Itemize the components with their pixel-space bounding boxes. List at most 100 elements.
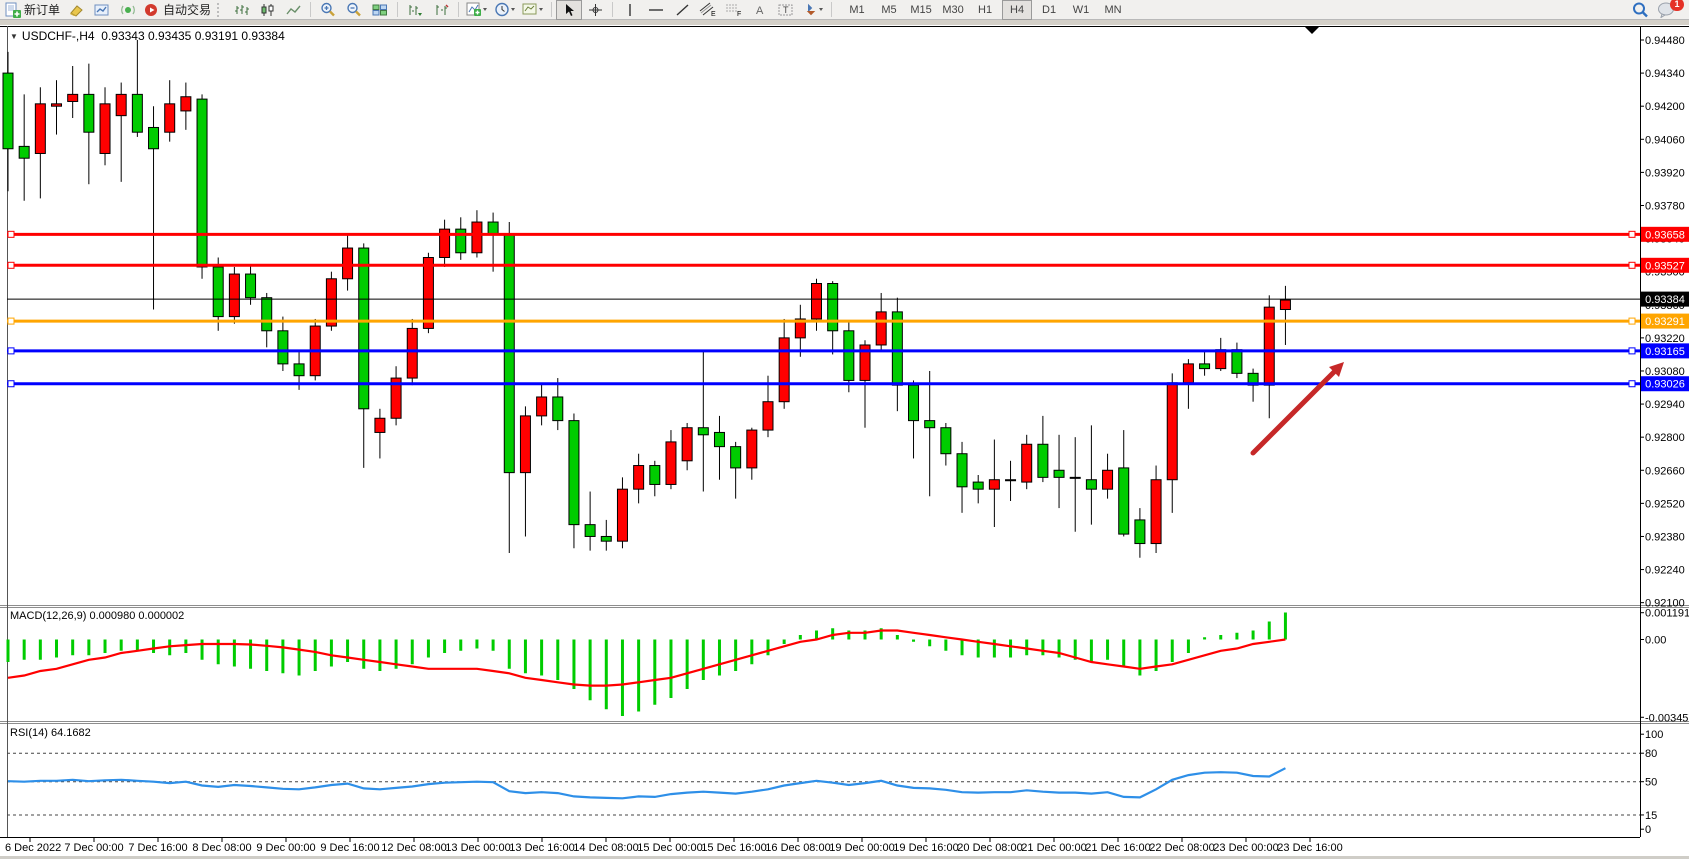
- svg-text:0.93220: 0.93220: [1645, 333, 1685, 345]
- zoom-in-button[interactable]: [315, 0, 341, 20]
- new-order-button[interactable]: 新订单: [2, 0, 63, 20]
- timeframe-button-M30[interactable]: M30: [938, 0, 968, 20]
- market-watch-icon: [94, 3, 110, 17]
- bar-chart-icon: [234, 3, 249, 17]
- indicators-button[interactable]: [463, 0, 491, 20]
- svg-text:9 Dec 00:00: 9 Dec 00:00: [256, 842, 315, 854]
- profile-chart-button[interactable]: [428, 0, 454, 20]
- svg-text:0.001191: 0.001191: [1645, 608, 1689, 620]
- horizontal-line-tool-button[interactable]: [643, 0, 669, 20]
- svg-text:22 Dec 08:00: 22 Dec 08:00: [1149, 842, 1214, 854]
- market-watch-button[interactable]: [89, 0, 115, 20]
- svg-text:20 Dec 08:00: 20 Dec 08:00: [957, 842, 1022, 854]
- svg-text:0.93165: 0.93165: [1645, 346, 1685, 358]
- toolbar-grip: [217, 3, 225, 17]
- svg-text:23 Dec 00:00: 23 Dec 00:00: [1213, 842, 1278, 854]
- svg-text:8 Dec 08:00: 8 Dec 08:00: [192, 842, 251, 854]
- trendline-tool-button[interactable]: [669, 0, 695, 20]
- timeframe-button-D1[interactable]: D1: [1034, 0, 1064, 20]
- chart-title: ▼USDCHF-,H4 0.93343 0.93435 0.93191 0.93…: [10, 29, 285, 43]
- svg-text:12 Dec 08:00: 12 Dec 08:00: [381, 842, 446, 854]
- timeframe-button-M5[interactable]: M5: [874, 0, 904, 20]
- zoom-in-icon: [320, 2, 336, 17]
- svg-text:A: A: [756, 5, 764, 17]
- svg-text:0.94060: 0.94060: [1645, 134, 1685, 146]
- text-label-tool-button[interactable]: T: [773, 0, 799, 20]
- toolbar-separator: [551, 2, 552, 17]
- vertical-line-tool-button[interactable]: [617, 0, 643, 20]
- tile-windows-icon: [372, 3, 388, 17]
- chat-button[interactable]: 1: [1653, 0, 1679, 20]
- timeframe-button-H1[interactable]: H1: [970, 0, 1000, 20]
- periods-button[interactable]: [491, 0, 519, 20]
- trendline-icon: [675, 3, 690, 17]
- autotrading-button[interactable]: 自动交易: [141, 0, 214, 20]
- zoom-out-button[interactable]: [341, 0, 367, 20]
- signals-button[interactable]: [115, 0, 141, 20]
- toolbar-separator: [612, 2, 613, 17]
- chat-badge: 1: [1670, 0, 1684, 11]
- candlestick-mode-button[interactable]: [254, 0, 280, 20]
- svg-text:13 Dec 16:00: 13 Dec 16:00: [509, 842, 574, 854]
- chart-canvas[interactable]: 0.944800.943400.942000.940600.939200.937…: [0, 25, 1689, 859]
- line-chart-mode-button[interactable]: [280, 0, 306, 20]
- svg-text:0.94340: 0.94340: [1645, 68, 1685, 80]
- new-bar-chart-button[interactable]: [402, 0, 428, 20]
- templates-button[interactable]: [519, 0, 547, 20]
- search-icon: [1632, 2, 1649, 18]
- arrows-tool-button[interactable]: [799, 0, 827, 20]
- eraser-button[interactable]: [63, 0, 89, 20]
- svg-text:0.93658: 0.93658: [1645, 229, 1685, 241]
- svg-text:0.93291: 0.93291: [1645, 316, 1685, 328]
- text-label-icon: T: [778, 3, 794, 17]
- autotrading-label: 自动交易: [163, 1, 211, 18]
- zoom-out-icon: [346, 2, 362, 17]
- svg-text:0.94200: 0.94200: [1645, 101, 1685, 113]
- crosshair-tool-button[interactable]: [582, 0, 608, 20]
- svg-text:-0.003457: -0.003457: [1645, 712, 1689, 724]
- timeframe-button-MN[interactable]: MN: [1098, 0, 1128, 20]
- tile-windows-button[interactable]: [367, 0, 393, 20]
- chart-ohlc-values: 0.93343 0.93435 0.93191 0.93384: [101, 29, 285, 43]
- timeframe-button-M15[interactable]: M15: [906, 0, 936, 20]
- periods-clock-icon: [494, 2, 516, 17]
- text-tool-button[interactable]: A: [747, 0, 773, 20]
- timeframe-button-M1[interactable]: M1: [842, 0, 872, 20]
- toolbar-separator: [458, 2, 459, 17]
- toolbar-separator: [310, 2, 311, 17]
- svg-text:0.93780: 0.93780: [1645, 200, 1685, 212]
- macd-indicator-label: MACD(12,26,9) 0.000980 0.000002: [10, 610, 184, 622]
- svg-text:0.93920: 0.93920: [1645, 167, 1685, 179]
- svg-text:100: 100: [1645, 729, 1663, 741]
- svg-text:0.00: 0.00: [1645, 635, 1666, 647]
- candlestick-icon: [260, 3, 275, 17]
- svg-text:0.93080: 0.93080: [1645, 366, 1685, 378]
- chart-collapse-icon: ▼: [10, 32, 18, 41]
- svg-text:21 Dec 00:00: 21 Dec 00:00: [1021, 842, 1086, 854]
- svg-text:E: E: [711, 11, 716, 17]
- svg-text:23 Dec 16:00: 23 Dec 16:00: [1277, 842, 1342, 854]
- cursor-tool-button[interactable]: [556, 0, 582, 20]
- svg-text:19 Dec 16:00: 19 Dec 16:00: [893, 842, 958, 854]
- fibonacci-icon: F: [725, 2, 743, 17]
- search-button[interactable]: [1627, 0, 1653, 20]
- svg-text:16 Dec 08:00: 16 Dec 08:00: [765, 842, 830, 854]
- eraser-icon: [68, 3, 84, 17]
- line-chart-icon: [286, 3, 301, 17]
- svg-text:14 Dec 08:00: 14 Dec 08:00: [573, 842, 638, 854]
- svg-text:0.92240: 0.92240: [1645, 565, 1685, 577]
- svg-text:0.92800: 0.92800: [1645, 432, 1685, 444]
- rsi-indicator-label: RSI(14) 64.1682: [10, 727, 91, 739]
- toolbar-separator: [397, 2, 398, 17]
- equidistant-channel-tool-button[interactable]: E: [695, 0, 721, 20]
- bar-chart-mode-button[interactable]: [228, 0, 254, 20]
- timeframe-button-H4[interactable]: H4: [1002, 0, 1032, 20]
- fibonacci-tool-button[interactable]: F: [721, 0, 747, 20]
- timeframe-button-W1[interactable]: W1: [1066, 0, 1096, 20]
- indicators-icon: [466, 2, 488, 17]
- svg-text:6 Dec 2022: 6 Dec 2022: [5, 842, 61, 854]
- svg-text:19 Dec 00:00: 19 Dec 00:00: [829, 842, 894, 854]
- svg-text:0.92660: 0.92660: [1645, 465, 1685, 477]
- svg-text:80: 80: [1645, 748, 1657, 760]
- svg-text:0.92520: 0.92520: [1645, 498, 1685, 510]
